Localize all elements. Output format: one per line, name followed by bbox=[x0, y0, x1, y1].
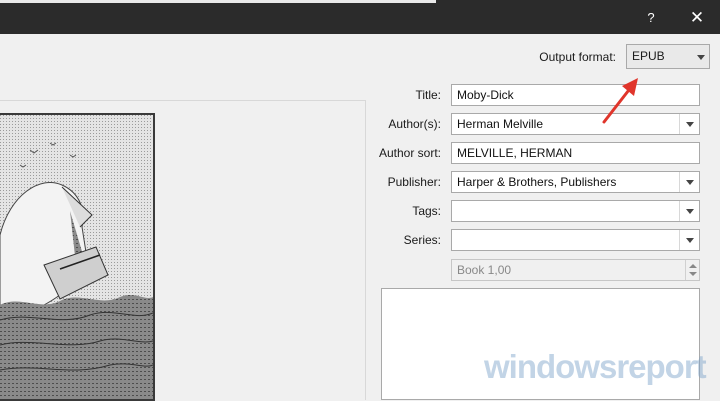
output-format-value: EPUB bbox=[632, 49, 665, 63]
chevron-down-icon bbox=[697, 55, 705, 60]
publisher-combobox[interactable]: Harper & Brothers, Publishers bbox=[451, 171, 700, 193]
chevron-down-icon[interactable] bbox=[679, 172, 699, 192]
close-button[interactable]: ✕ bbox=[674, 3, 720, 34]
author-sort-input[interactable]: MELVILLE, HERMAN bbox=[451, 142, 700, 164]
chevron-down-icon[interactable] bbox=[679, 114, 699, 134]
publisher-label: Publisher: bbox=[387, 175, 441, 189]
authors-value: Herman Melville bbox=[457, 117, 544, 131]
title-input[interactable]: Moby-Dick bbox=[451, 84, 700, 106]
tags-label: Tags: bbox=[412, 204, 441, 218]
authors-label: Author(s): bbox=[388, 117, 441, 131]
help-icon: ? bbox=[647, 10, 655, 25]
chevron-down-icon[interactable] bbox=[679, 230, 699, 250]
cover-image[interactable] bbox=[0, 113, 155, 401]
series-combobox[interactable] bbox=[451, 229, 700, 251]
annotation-arrow-icon bbox=[602, 78, 638, 124]
output-format-label: Output format: bbox=[539, 50, 616, 64]
close-icon: ✕ bbox=[689, 8, 705, 27]
series-index-value: Book 1,00 bbox=[457, 263, 512, 277]
authors-combobox[interactable]: Herman Melville bbox=[451, 113, 700, 135]
author-sort-label: Author sort: bbox=[378, 146, 441, 160]
help-button[interactable]: ? bbox=[628, 3, 674, 34]
publisher-value: Harper & Brothers, Publishers bbox=[457, 175, 617, 189]
title-label: Title: bbox=[415, 88, 441, 102]
series-label: Series: bbox=[403, 233, 441, 247]
titlebar-accent bbox=[0, 0, 436, 3]
tags-combobox[interactable] bbox=[451, 200, 700, 222]
spin-arrows-icon[interactable] bbox=[685, 260, 699, 280]
watermark-logo: windowsreport bbox=[484, 348, 707, 385]
chevron-down-icon[interactable] bbox=[679, 201, 699, 221]
series-index-spinbox[interactable]: Book 1,00 bbox=[451, 259, 700, 281]
output-format-select[interactable]: EPUB bbox=[626, 44, 710, 69]
window-titlebar: ? ✕ bbox=[0, 0, 720, 34]
cover-illustration bbox=[0, 115, 153, 399]
